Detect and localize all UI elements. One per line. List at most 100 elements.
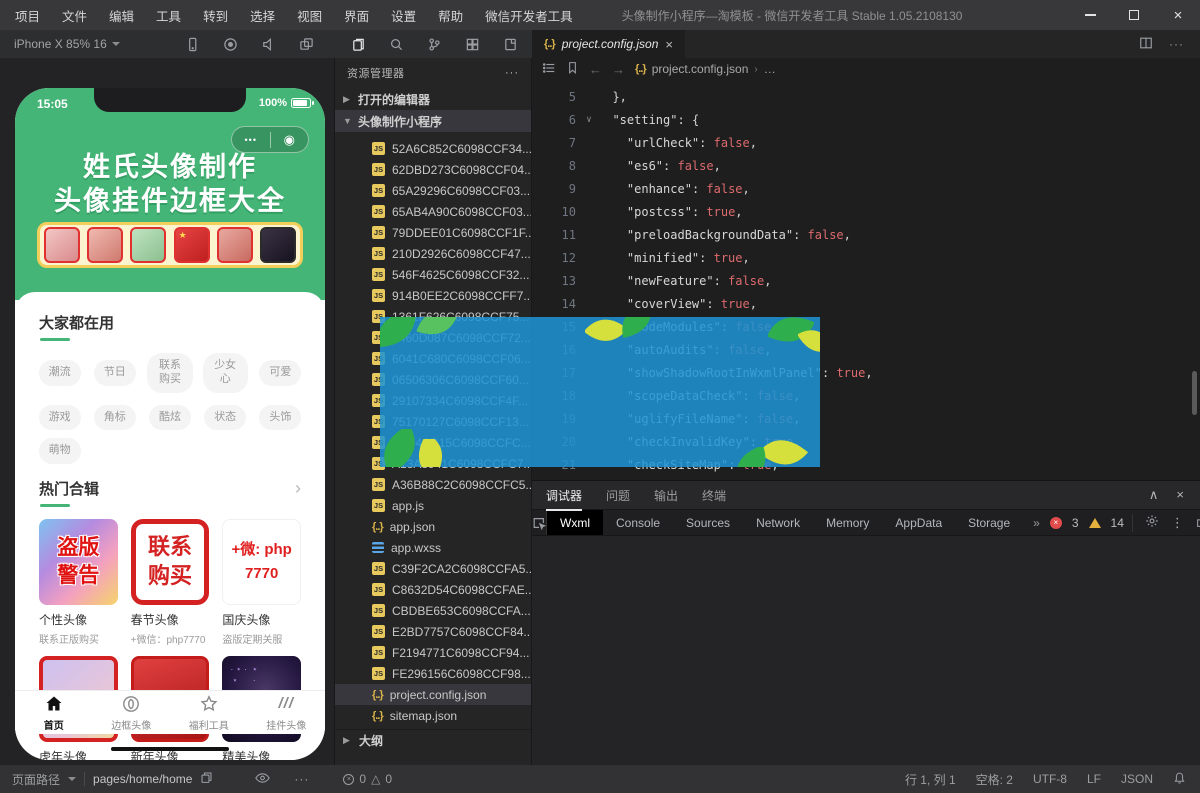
file-item[interactable]: sitemap.json: [335, 705, 531, 726]
category-chip[interactable]: 潮流: [38, 359, 81, 386]
file-item[interactable]: 210D2926C6098CCF47...: [335, 243, 531, 264]
category-chip[interactable]: 酷炫: [148, 404, 191, 431]
bookmark-icon[interactable]: [566, 61, 579, 77]
forward-icon[interactable]: →: [612, 62, 625, 77]
category-chip[interactable]: 节日: [93, 359, 136, 386]
extensions-icon[interactable]: [454, 30, 492, 58]
search-icon[interactable]: [378, 30, 416, 58]
avatar-thumb[interactable]: [44, 227, 80, 263]
file-item[interactable]: C39F2CA2C6098CCFA5...: [335, 558, 531, 579]
settings-gear-icon[interactable]: [1145, 514, 1159, 531]
avatar-thumb[interactable]: [259, 227, 296, 263]
breadcrumb-file[interactable]: {..} project.config.json › …: [635, 62, 776, 76]
warning-badge-icon[interactable]: [1088, 517, 1101, 528]
file-item[interactable]: FE296156C6098CCF98...: [335, 663, 531, 684]
fold-chevron-icon[interactable]: ∨: [580, 115, 598, 125]
split-editor-icon[interactable]: [1139, 36, 1153, 53]
debugger-tab[interactable]: 问题: [606, 487, 630, 504]
avatar-thumb[interactable]: [173, 227, 210, 263]
warning-count[interactable]: 14: [1111, 516, 1124, 530]
editor-scrollbar[interactable]: [1192, 371, 1197, 415]
mute-icon[interactable]: [250, 30, 288, 58]
menu-item[interactable]: 项目: [4, 6, 51, 25]
eol-type[interactable]: LF: [1087, 772, 1101, 786]
file-item[interactable]: 65AB4A90C6098CCF03...: [335, 201, 531, 222]
debugger-tab[interactable]: 调试器: [546, 487, 583, 511]
files-panel-icon[interactable]: [340, 30, 378, 58]
capsule-menu-icon[interactable]: •••: [232, 135, 270, 145]
file-item[interactable]: 62DBD273C6098CCF04...: [335, 159, 531, 180]
file-item[interactable]: app.json: [335, 516, 531, 537]
page-path-value[interactable]: pages/home/home: [93, 772, 192, 786]
category-chip[interactable]: 头饰: [259, 404, 302, 431]
explorer-more-icon[interactable]: ···: [505, 67, 519, 79]
category-chip[interactable]: 少女心: [202, 353, 248, 393]
avatar-thumb[interactable]: [130, 227, 167, 263]
inspect-element-icon[interactable]: [532, 510, 547, 535]
tab-close-icon[interactable]: ×: [665, 37, 673, 52]
devtools-tab[interactable]: AppData: [882, 510, 955, 535]
collection-card[interactable]: 联系 购买 春节头像 +微信：php7770: [130, 519, 210, 646]
details-panel-icon[interactable]: [492, 30, 530, 58]
outline-list-icon[interactable]: [542, 61, 556, 78]
file-item[interactable]: A36B88C2C6098CCFC5...: [335, 474, 531, 495]
problems-summary[interactable]: × 0 △ 0: [343, 772, 392, 786]
file-item[interactable]: 914B0EE2C6098CCFF7...: [335, 285, 531, 306]
devtools-tab[interactable]: Console: [603, 510, 673, 535]
devtools-tab[interactable]: Network: [743, 510, 813, 535]
phone-icon[interactable]: [174, 30, 212, 58]
category-chip[interactable]: 可爱: [259, 359, 302, 386]
open-editors-section[interactable]: ▶ 打开的编辑器: [335, 88, 531, 110]
error-count[interactable]: 3: [1072, 516, 1079, 530]
project-root-section[interactable]: ▼ 头像制作小程序: [335, 110, 531, 132]
close-button[interactable]: ×: [1156, 0, 1200, 30]
menu-item[interactable]: 编辑: [98, 6, 145, 25]
windows-icon[interactable]: [288, 30, 326, 58]
tab-pendant-avatar[interactable]: /// 挂件头像: [248, 694, 326, 732]
back-icon[interactable]: ←: [589, 62, 602, 77]
menu-item[interactable]: 转到: [192, 6, 239, 25]
file-item[interactable]: C8632D54C6098CCFAE...: [335, 579, 531, 600]
menu-item[interactable]: 视图: [286, 6, 333, 25]
minimize-button[interactable]: [1068, 0, 1112, 30]
menu-item[interactable]: 界面: [333, 6, 380, 25]
error-badge-icon[interactable]: ×: [1049, 516, 1062, 529]
outline-section[interactable]: ▶ 大纲: [335, 729, 531, 751]
file-item[interactable]: app.js: [335, 495, 531, 516]
menu-item[interactable]: 微信开发者工具: [474, 6, 584, 25]
collection-card[interactable]: 盗版 警告 个性头像 联系正版购买: [39, 519, 118, 646]
devtools-content[interactable]: [532, 536, 1200, 764]
tabs-overflow-icon[interactable]: »: [1023, 516, 1050, 530]
encoding[interactable]: UTF-8: [1033, 772, 1067, 786]
chevron-right-icon[interactable]: ›: [295, 479, 301, 497]
close-panel-icon[interactable]: ×: [1176, 487, 1184, 503]
kebab-menu-icon[interactable]: ⋮: [1171, 515, 1184, 531]
devtools-tab[interactable]: Memory: [813, 510, 882, 535]
collapse-panel-icon[interactable]: ∧: [1149, 487, 1159, 503]
more-options-icon[interactable]: ···: [294, 772, 309, 786]
file-item[interactable]: 52A6C852C6098CCF34...: [335, 138, 531, 159]
menu-item[interactable]: 工具: [145, 6, 192, 25]
debugger-tab[interactable]: 输出: [654, 487, 678, 504]
eye-icon[interactable]: [255, 772, 271, 787]
file-item[interactable]: 65A29296C6098CCF03...: [335, 180, 531, 201]
device-selector[interactable]: iPhone X 85% 16: [0, 30, 134, 58]
file-item[interactable]: F2194771C6098CCF94...: [335, 642, 531, 663]
file-item[interactable]: app.wxss: [335, 537, 531, 558]
tab-home[interactable]: 首页: [15, 694, 93, 732]
category-chip[interactable]: 状态: [204, 404, 247, 431]
tab-border-avatar[interactable]: 边框头像: [93, 694, 171, 732]
category-chip[interactable]: 角标: [93, 404, 136, 431]
more-actions-icon[interactable]: ···: [1169, 37, 1184, 51]
file-item[interactable]: 546F4625C6098CCF32...: [335, 264, 531, 285]
category-chip[interactable]: 联系购买: [147, 353, 193, 393]
devtools-tab[interactable]: Wxml: [547, 510, 603, 535]
devtools-tab[interactable]: Sources: [673, 510, 743, 535]
menu-item[interactable]: 选择: [239, 6, 286, 25]
language-mode[interactable]: JSON: [1121, 772, 1153, 786]
collection-card[interactable]: +微: php 7770 国庆头像 盗版定期关服: [222, 519, 301, 646]
git-icon[interactable]: [416, 30, 454, 58]
record-icon[interactable]: [212, 30, 250, 58]
bell-icon[interactable]: [1173, 771, 1186, 788]
file-item[interactable]: project.config.json: [335, 684, 531, 705]
